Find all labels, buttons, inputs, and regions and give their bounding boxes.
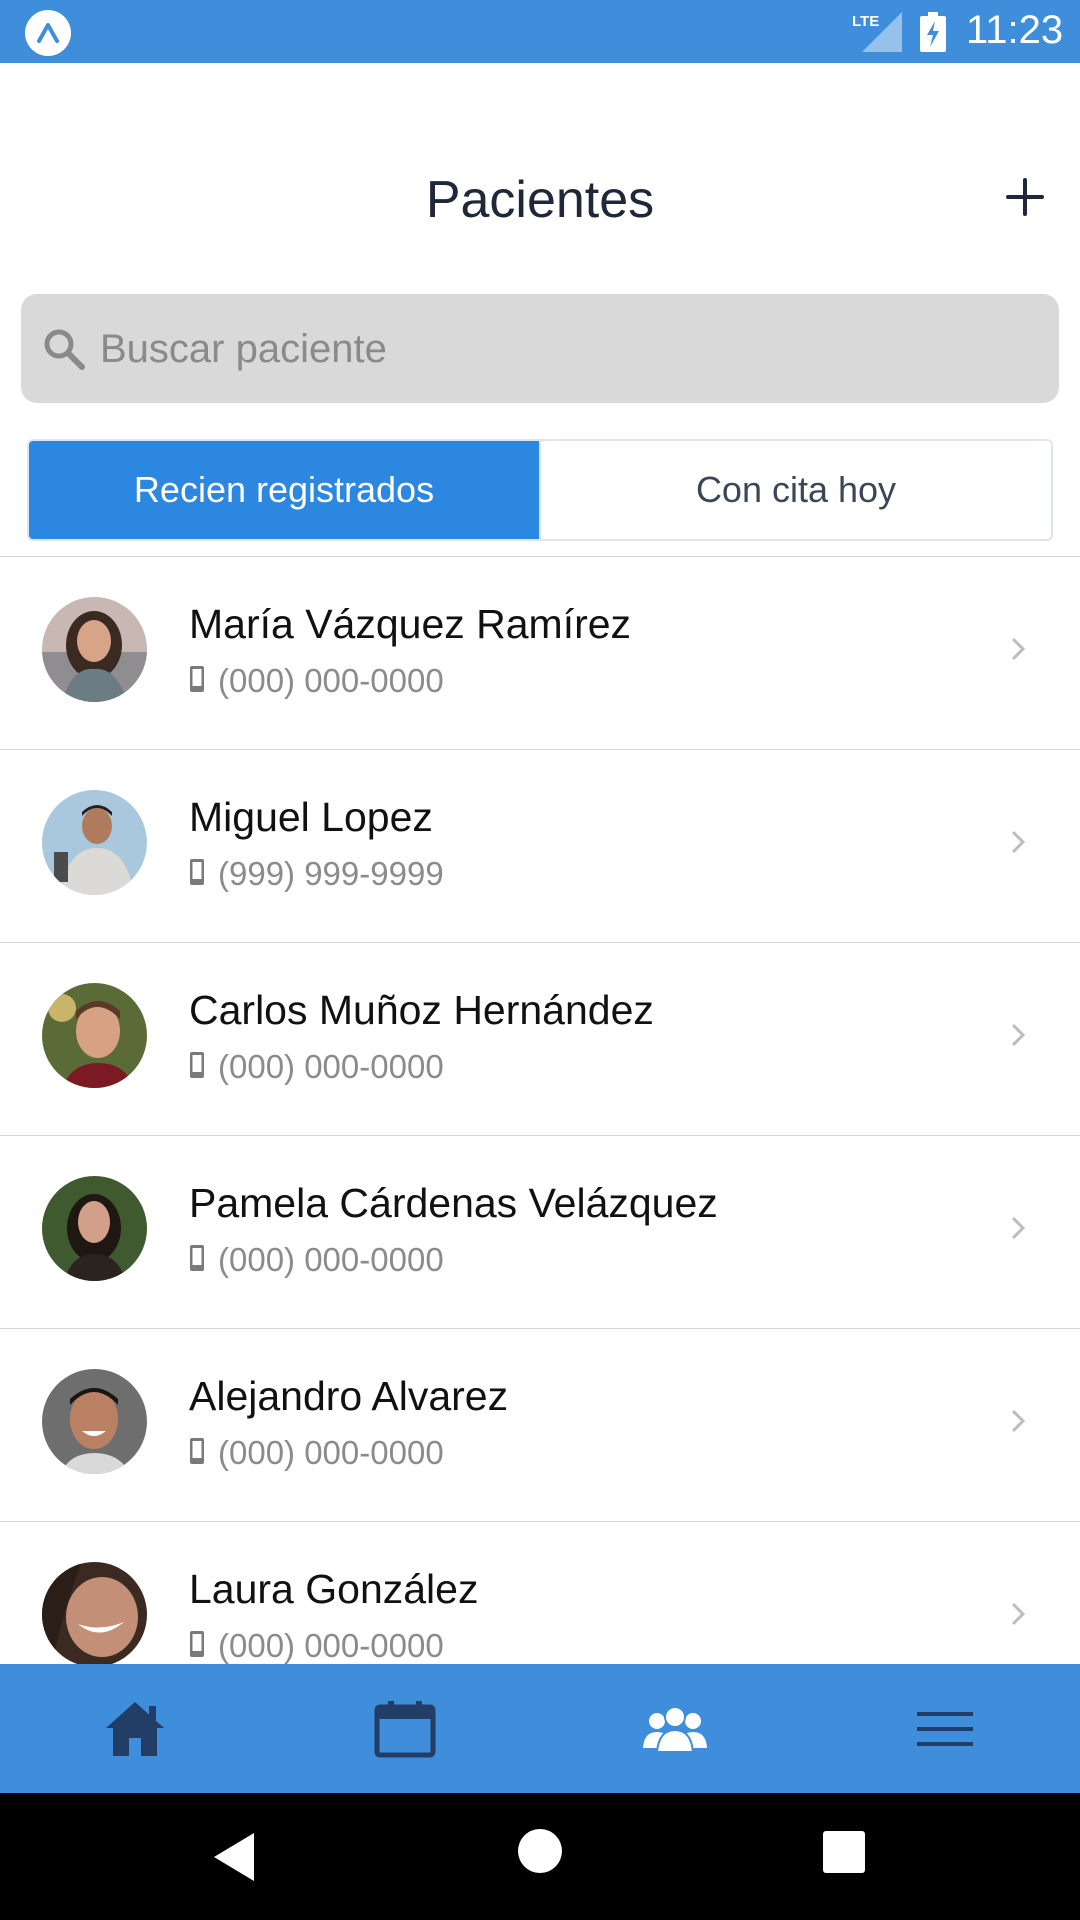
patient-name: Pamela Cárdenas Velázquez: [189, 1180, 718, 1226]
patient-list: María Vázquez Ramírez (000) 000-0000 Mig…: [0, 556, 1080, 1715]
avatar: [42, 790, 147, 895]
bottom-tab-bar: [0, 1664, 1080, 1793]
avatar: [42, 1369, 147, 1474]
recents-square-icon[interactable]: [823, 1831, 865, 1873]
patient-row[interactable]: Miguel Lopez (999) 999-9999: [0, 750, 1080, 943]
avatar: [42, 597, 147, 702]
chevron-right-icon: [1011, 637, 1026, 661]
phone-icon: [190, 1052, 204, 1078]
chevron-right-icon: [1011, 1409, 1026, 1433]
android-navigation-bar: [0, 1793, 1080, 1920]
patient-phone: (000) 000-0000: [218, 1627, 444, 1664]
tab-patients[interactable]: [540, 1664, 810, 1793]
phone-icon: [190, 666, 204, 692]
tab-calendar[interactable]: [270, 1664, 540, 1793]
phone-icon: [190, 859, 204, 885]
patient-phone: (000) 000-0000: [218, 1434, 444, 1471]
patient-row[interactable]: Alejandro Alvarez (000) 000-0000: [0, 1329, 1080, 1522]
phone-icon: [190, 1245, 204, 1271]
patient-name: Miguel Lopez: [189, 794, 433, 840]
patients-group-icon: [643, 1705, 707, 1753]
chevron-right-icon: [1011, 830, 1026, 854]
avatar: [42, 1562, 147, 1667]
svg-text:LTE: LTE: [852, 13, 879, 30]
calendar-icon: [374, 1700, 436, 1757]
tab-con-cita-hoy[interactable]: Con cita hoy: [539, 441, 1051, 539]
back-icon[interactable]: [210, 1831, 258, 1883]
chevron-right-icon: [1011, 1216, 1026, 1240]
home-icon: [106, 1701, 164, 1756]
phone-icon: [190, 1438, 204, 1464]
avatar: [42, 1176, 147, 1281]
lte-signal-icon: LTE: [852, 12, 902, 52]
tab-recien-registrados[interactable]: Recien registrados: [29, 441, 539, 539]
tab-home[interactable]: [0, 1664, 270, 1793]
tab-menu[interactable]: [810, 1664, 1080, 1793]
segmented-control: Recien registrados Con cita hoy: [27, 439, 1053, 541]
avatar: [42, 983, 147, 1088]
phone-icon: [190, 1631, 204, 1657]
status-bar: LTE 11:23: [0, 0, 1080, 63]
home-circle-icon[interactable]: [518, 1829, 562, 1873]
patient-name: Alejandro Alvarez: [189, 1373, 509, 1419]
patient-phone: (000) 000-0000: [218, 1048, 444, 1085]
patient-phone: (999) 999-9999: [218, 855, 444, 892]
plus-icon[interactable]: [1000, 172, 1050, 222]
battery-charging-icon: [920, 12, 946, 52]
status-time: 11:23: [966, 8, 1064, 52]
patient-phone: (000) 000-0000: [218, 1241, 444, 1278]
patient-name: Carlos Muñoz Hernández: [189, 987, 654, 1033]
search-icon: [44, 329, 85, 370]
patient-name: María Vázquez Ramírez: [189, 601, 632, 647]
search-input[interactable]: [100, 318, 1000, 380]
patient-row[interactable]: María Vázquez Ramírez (000) 000-0000: [0, 557, 1080, 750]
patient-row[interactable]: Carlos Muñoz Hernández (000) 000-0000: [0, 943, 1080, 1136]
patient-phone: (000) 000-0000: [218, 662, 444, 699]
patient-row[interactable]: Pamela Cárdenas Velázquez (000) 000-0000: [0, 1136, 1080, 1329]
page-title: Pacientes: [425, 171, 655, 229]
chevron-right-icon: [1011, 1023, 1026, 1047]
patient-name: Laura González: [189, 1566, 479, 1612]
chevron-right-icon: [1011, 1602, 1026, 1626]
menu-icon: [917, 1711, 973, 1746]
expo-logo-icon: [25, 10, 71, 56]
